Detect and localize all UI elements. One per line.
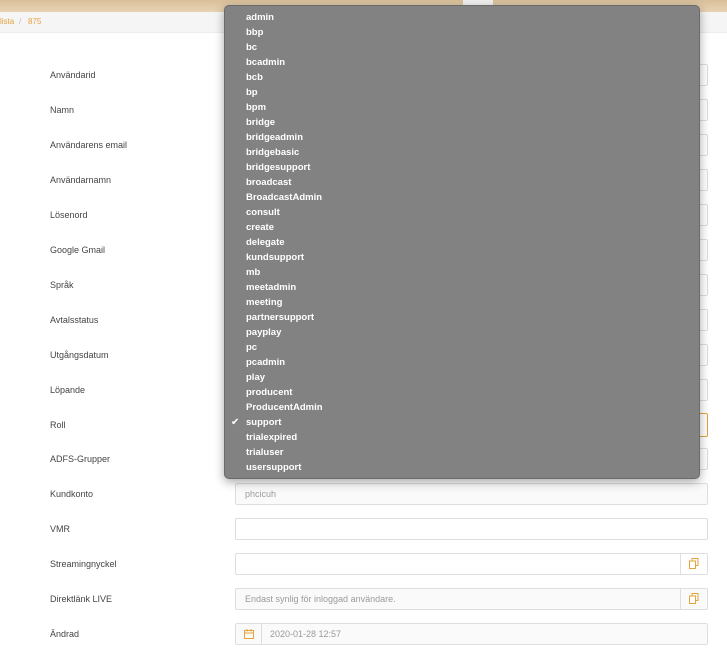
breadcrumb-item-id[interactable]: 875 bbox=[28, 12, 41, 32]
role-option[interactable]: bridgesupport bbox=[246, 162, 310, 174]
role-option[interactable]: admin bbox=[246, 12, 274, 24]
breadcrumb-separator: / bbox=[19, 17, 22, 26]
role-option[interactable]: producent bbox=[246, 387, 292, 399]
role-option[interactable]: bcb bbox=[246, 72, 263, 84]
customer-account-field[interactable]: phcicuh bbox=[235, 483, 708, 505]
label-language: Språk bbox=[50, 280, 74, 290]
streaming-key-field[interactable] bbox=[235, 553, 708, 575]
role-option[interactable]: broadcast bbox=[246, 177, 291, 189]
label-streaming-key: Streamingnyckel bbox=[50, 559, 117, 569]
role-option[interactable]: bcadmin bbox=[246, 57, 285, 69]
role-option[interactable]: bbp bbox=[246, 27, 263, 39]
label-email: Användarens email bbox=[50, 140, 128, 150]
label-contract-status: Avtalsstatus bbox=[50, 315, 99, 325]
copy-direct-link-button[interactable] bbox=[680, 589, 707, 609]
label-name: Namn bbox=[50, 105, 75, 115]
role-option[interactable]: create bbox=[246, 222, 274, 234]
role-option[interactable]: ProducentAdmin bbox=[246, 402, 323, 414]
role-option[interactable]: bridge bbox=[246, 117, 275, 129]
role-option[interactable]: trialexpired bbox=[246, 432, 297, 444]
label-direct-link-live: Direktlänk LIVE bbox=[50, 594, 113, 604]
label-adfs-groups: ADFS-Grupper bbox=[50, 454, 111, 464]
role-option[interactable]: bridgeadmin bbox=[246, 132, 303, 144]
changed-value: 2020-01-28 12:57 bbox=[270, 629, 342, 639]
role-option[interactable]: pcadmin bbox=[246, 357, 285, 369]
role-option[interactable]: bridgebasic bbox=[246, 147, 299, 159]
breadcrumb-item-list[interactable]: lista bbox=[0, 12, 14, 32]
label-google-gmail: Google Gmail bbox=[50, 245, 106, 255]
role-option[interactable]: delegate bbox=[246, 237, 285, 249]
calendar-button bbox=[236, 624, 262, 644]
label-changed: Ändrad bbox=[50, 629, 80, 639]
role-option[interactable]: BroadcastAdmin bbox=[246, 192, 322, 204]
label-username: Användarnamn bbox=[50, 175, 112, 185]
label-customer-account: Kundkonto bbox=[50, 489, 94, 499]
changed-field: 2020-01-28 12:57 bbox=[235, 623, 708, 645]
direct-link-live-value: Endast synlig för inloggad användare. bbox=[245, 594, 396, 604]
role-option[interactable]: kundsupport bbox=[246, 252, 304, 264]
role-option[interactable]: bpm bbox=[246, 102, 266, 114]
role-option[interactable]: meeting bbox=[246, 297, 282, 309]
role-option[interactable]: bp bbox=[246, 87, 258, 99]
role-option[interactable]: trialuser bbox=[246, 447, 284, 459]
label-expiry-date: Utgångsdatum bbox=[50, 350, 109, 360]
label-role: Roll bbox=[50, 420, 66, 430]
copy-icon bbox=[689, 593, 699, 604]
role-option[interactable]: usersupport bbox=[246, 462, 301, 474]
role-option[interactable]: meetadmin bbox=[246, 282, 296, 294]
label-password: Lösenord bbox=[50, 210, 88, 220]
copy-icon bbox=[689, 558, 699, 569]
checkmark-icon: ✔ bbox=[231, 417, 240, 428]
role-option[interactable]: mb bbox=[246, 267, 260, 279]
label-user-id: Användarid bbox=[50, 70, 96, 80]
role-option[interactable]: payplay bbox=[246, 327, 281, 339]
role-option[interactable]: pc bbox=[246, 342, 257, 354]
vmr-field[interactable] bbox=[235, 518, 708, 540]
role-dropdown-menu[interactable]: admin bbp bc bcadmin bcb bp bpm bridge bridgeadm… bbox=[224, 5, 700, 479]
role-option[interactable]: support bbox=[246, 417, 281, 429]
role-option[interactable]: bc bbox=[246, 42, 257, 54]
label-running: Löpande bbox=[50, 385, 86, 395]
role-option[interactable]: partnersupport bbox=[246, 312, 314, 324]
copy-streaming-key-button[interactable] bbox=[680, 554, 707, 574]
role-option[interactable]: play bbox=[246, 372, 265, 384]
role-option[interactable]: consult bbox=[246, 207, 280, 219]
calendar-icon bbox=[243, 629, 254, 639]
label-vmr: VMR bbox=[50, 524, 70, 534]
direct-link-live-field[interactable]: Endast synlig för inloggad användare. bbox=[235, 588, 708, 610]
